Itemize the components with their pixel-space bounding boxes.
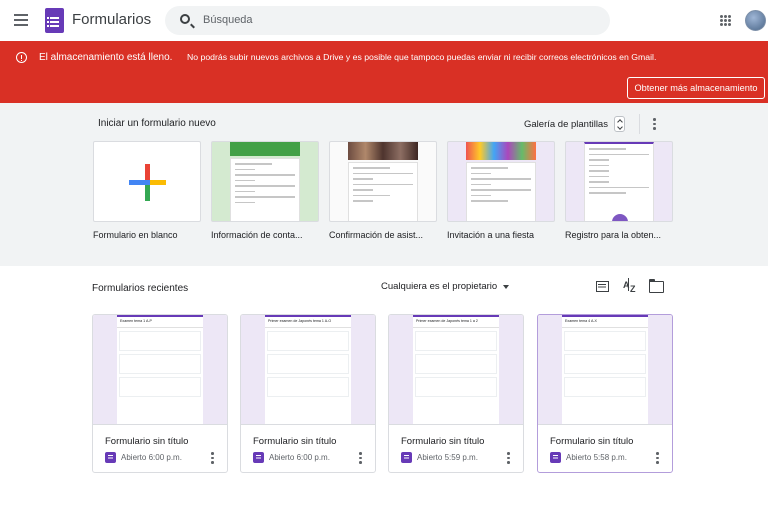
template-blank[interactable]: Formulario en blanco: [93, 141, 201, 240]
template-contact-info[interactable]: Información de conta...: [211, 141, 319, 240]
dropdown-caret-icon: [503, 284, 510, 289]
more-options-icon[interactable]: [656, 452, 659, 466]
template-label: Información de conta...: [211, 230, 303, 240]
form-opened-time: Abierto 5:58 p.m.: [566, 453, 627, 462]
more-options-icon[interactable]: [359, 452, 362, 466]
form-thumbnail-title: Examen tema 4 A-X: [562, 317, 648, 328]
template-label: Formulario en blanco: [93, 230, 178, 240]
owner-filter-dropdown[interactable]: Cualquiera es el propietario: [381, 281, 510, 292]
recent-form-card[interactable]: Examen tema 1 A-P Formulario sin título …: [92, 314, 228, 473]
search-bar[interactable]: [165, 6, 610, 35]
more-options-icon[interactable]: [211, 452, 214, 466]
template-registration[interactable]: Registro para la obten...: [565, 141, 673, 240]
alert-icon: [16, 52, 27, 63]
form-thumbnail: Primer examen de Japonés tema 1 A-O: [241, 315, 375, 425]
forms-icon: [105, 452, 116, 463]
banner-title: El almacenamiento está lleno.: [39, 52, 173, 63]
list-view-icon[interactable]: [596, 281, 609, 292]
template-preview: [348, 162, 418, 221]
template-gallery-button[interactable]: Galería de plantillas: [524, 115, 625, 133]
forms-logo-icon[interactable]: [45, 8, 64, 33]
template-gallery-label: Galería de plantillas: [524, 118, 608, 130]
plus-icon: [129, 164, 166, 201]
form-thumbnail: Primer examen de Japonés tema 1 a 2: [389, 315, 523, 425]
divider: [639, 114, 640, 134]
recent-form-card[interactable]: Primer examen de Japonés tema 1 A-O Form…: [240, 314, 376, 473]
template-rsvp[interactable]: Confirmación de asist...: [329, 141, 437, 240]
recent-form-card[interactable]: Examen tema 4 A-X Formulario sin título …: [537, 314, 673, 473]
template-thumbnail[interactable]: [211, 141, 319, 222]
form-thumbnail-title: Examen tema 1 A-P: [117, 317, 203, 328]
search-icon[interactable]: [180, 14, 190, 24]
form-thumbnail-title: Primer examen de Japonés tema 1 a 2: [413, 317, 499, 328]
forms-icon: [550, 452, 561, 463]
get-more-storage-button[interactable]: Obtener más almacenamiento: [627, 77, 765, 99]
app-title[interactable]: Formularios: [72, 11, 151, 28]
account-avatar[interactable]: [745, 10, 766, 31]
forms-icon: [253, 452, 264, 463]
form-opened-time: Abierto 6:00 p.m.: [121, 453, 182, 462]
sort-az-icon[interactable]: A Z: [622, 278, 638, 294]
recent-form-card[interactable]: Primer examen de Japonés tema 1 a 2 Form…: [388, 314, 524, 473]
template-thumbnail[interactable]: [447, 141, 555, 222]
template-header-image: [348, 142, 418, 160]
form-title: Formulario sin título: [253, 436, 337, 447]
template-section: Iniciar un formulario nuevo Galería de p…: [0, 103, 768, 266]
form-meta: Abierto 5:59 p.m.: [401, 452, 478, 463]
unfold-icon: [613, 116, 625, 132]
template-label: Confirmación de asist...: [329, 230, 424, 240]
google-apps-icon[interactable]: [720, 15, 731, 26]
banner-message: No podrás subir nuevos archivos a Drive …: [187, 52, 657, 62]
template-preview: [230, 158, 300, 221]
template-thumbnail[interactable]: [565, 141, 673, 222]
search-input[interactable]: [203, 11, 583, 29]
forms-icon: [401, 452, 412, 463]
template-thumbnail[interactable]: [329, 141, 437, 222]
templates-more-icon[interactable]: [653, 118, 656, 132]
owner-filter-label: Cualquiera es el propietario: [381, 281, 498, 292]
recent-forms-title: Formularios recientes: [92, 283, 189, 294]
form-title: Formulario sin título: [401, 436, 485, 447]
form-opened-time: Abierto 6:00 p.m.: [269, 453, 330, 462]
template-preview: [466, 162, 536, 221]
template-party-invite[interactable]: Invitación a una fiesta: [447, 141, 555, 240]
template-preview: [584, 142, 654, 221]
form-title: Formulario sin título: [105, 436, 189, 447]
form-meta: Abierto 6:00 p.m.: [105, 452, 182, 463]
template-label: Invitación a una fiesta: [447, 230, 535, 240]
template-header-image: [466, 142, 536, 160]
form-thumbnail: Examen tema 4 A-X: [538, 315, 672, 425]
start-new-form-title: Iniciar un formulario nuevo: [98, 118, 216, 129]
form-title: Formulario sin título: [550, 436, 634, 447]
form-thumbnail-title: Primer examen de Japonés tema 1 A-O: [265, 317, 351, 328]
form-meta: Abierto 6:00 p.m.: [253, 452, 330, 463]
main-menu-icon[interactable]: [14, 14, 32, 28]
template-thumbnail[interactable]: [93, 141, 201, 222]
form-meta: Abierto 5:58 p.m.: [550, 452, 627, 463]
template-label: Registro para la obten...: [565, 230, 662, 240]
top-bar: Formularios: [0, 0, 768, 41]
form-thumbnail: Examen tema 1 A-P: [93, 315, 227, 425]
folder-icon[interactable]: [648, 278, 664, 293]
more-options-icon[interactable]: [507, 452, 510, 466]
template-header-image: [230, 142, 300, 156]
form-opened-time: Abierto 5:59 p.m.: [417, 453, 478, 462]
